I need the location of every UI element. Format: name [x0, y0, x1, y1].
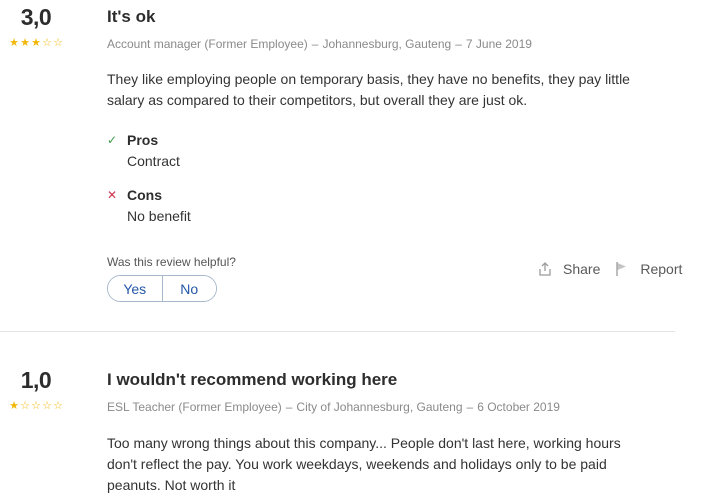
star-empty-icon: ☆ [53, 37, 63, 49]
helpful-vote-group: Yes No [107, 275, 217, 302]
meta-separator: – [466, 400, 474, 414]
star-filled-icon: ★ [31, 37, 41, 49]
review-content: It's ok Account manager (Former Employee… [107, 6, 687, 302]
star-filled-icon: ★ [9, 37, 19, 49]
report-button[interactable]: Report [614, 261, 682, 277]
flag-icon [614, 261, 630, 277]
review-meta: Account manager (Former Employee) – Johann… [107, 36, 687, 52]
cross-icon: ✕ [107, 188, 118, 202]
star-empty-icon: ☆ [31, 400, 41, 412]
no-button[interactable]: No [161, 276, 216, 301]
review-text: Too many wrong things about this company… [107, 435, 621, 493]
review-title[interactable]: It's ok [107, 6, 687, 28]
review-card: 1,0 ★ ☆ ☆ ☆ ☆ I wouldn't recommend working h… [0, 366, 701, 496]
reviewer-role: ESL Teacher (Former Employee) [107, 400, 282, 414]
review-location[interactable]: Johannesburg, Gauteng [322, 37, 451, 51]
star-empty-icon: ☆ [20, 400, 30, 412]
pros-text: Contract [127, 153, 180, 169]
report-label: Report [640, 261, 683, 277]
share-icon [537, 261, 553, 277]
review-date: 7 June 2019 [465, 37, 532, 51]
meta-separator: – [455, 37, 462, 51]
star-empty-icon: ☆ [42, 37, 52, 49]
share-button[interactable]: Share [537, 261, 600, 277]
review-content: I wouldn't recommend working here ESL Te… [107, 369, 687, 496]
star-empty-icon: ☆ [42, 400, 52, 412]
share-label: Share [563, 261, 601, 277]
rating-block: 1,0 ★ ☆ ☆ ☆ ☆ [0, 366, 72, 412]
check-icon: ✓ [107, 133, 118, 147]
star-rating: ★ ★ ★ ☆ ☆ [0, 37, 72, 49]
review-location[interactable]: City of Johannesburg, Gauteng [296, 400, 462, 414]
meta-separator: – [285, 400, 293, 414]
meta-separator: – [311, 37, 319, 51]
rating-value: 1,0 [20, 367, 52, 393]
yes-button[interactable]: Yes [108, 276, 162, 301]
star-filled-icon: ★ [20, 37, 30, 49]
review-divider [0, 331, 675, 332]
review-date: 6 October 2019 [477, 400, 560, 414]
review-title[interactable]: I wouldn't recommend working here [107, 369, 687, 391]
pros-section: ✓ Pros Contract [107, 131, 687, 170]
review-card: 3,0 ★ ★ ★ ☆ ☆ It's ok Account manager (Forme… [0, 0, 701, 330]
star-empty-icon: ☆ [53, 400, 63, 412]
review-actions: Share Report [537, 261, 682, 277]
cons-section: ✕ Cons No benefit [107, 186, 687, 225]
rating-block: 3,0 ★ ★ ★ ☆ ☆ [0, 3, 72, 49]
pros-heading: Pros [127, 132, 159, 148]
cons-heading: Cons [127, 187, 162, 203]
review-meta: ESL Teacher (Former Employee) – City of Jo… [107, 399, 687, 415]
star-rating: ★ ☆ ☆ ☆ ☆ [0, 400, 72, 412]
star-filled-icon: ★ [9, 400, 19, 412]
reviewer-role: Account manager (Former Employee) [107, 37, 308, 51]
review-text: They like employing people on temporary … [107, 71, 630, 108]
rating-value: 3,0 [20, 4, 52, 30]
cons-text: No benefit [127, 208, 191, 224]
